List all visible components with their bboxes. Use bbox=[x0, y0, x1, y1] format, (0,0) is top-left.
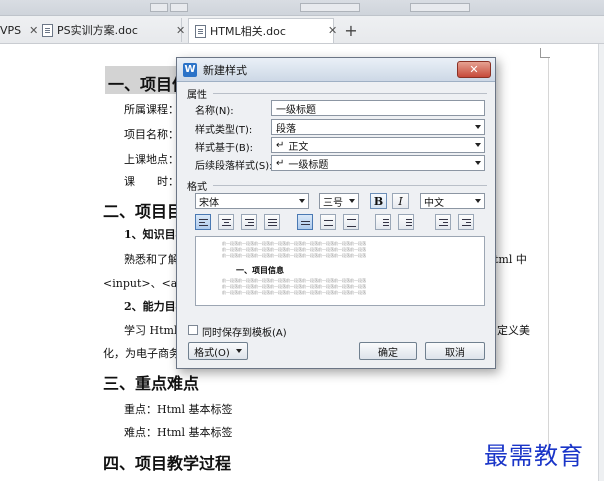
document-icon bbox=[195, 24, 206, 38]
chevron-down-icon bbox=[475, 161, 481, 165]
paragraph-text: 定义美 bbox=[497, 324, 530, 337]
save-to-template-label: 同时保存到模板(A) bbox=[202, 328, 287, 339]
tab-wps[interactable]: VPS ✕ bbox=[0, 18, 38, 42]
heading-2: 二、项目目 bbox=[103, 202, 184, 221]
project-name-label: 项目名称： bbox=[124, 128, 179, 141]
style-preview: 前一段落前一段落前一段落前一段落前一段落前一段落前一段落前一段落前一段落 前一段… bbox=[195, 236, 485, 306]
close-icon[interactable]: ✕ bbox=[176, 24, 185, 37]
based-on-select[interactable]: ↵ 正文 bbox=[271, 137, 485, 153]
paragraph-text: 化，为电子商务 bbox=[103, 347, 180, 360]
close-icon[interactable]: ✕ bbox=[328, 24, 337, 37]
page-edge bbox=[548, 58, 549, 458]
preview-filler: 前一段落前一段落前一段落前一段落前一段落前一段落前一段落前一段落前一段落 bbox=[222, 253, 366, 258]
name-value: 一级标题 bbox=[276, 104, 316, 116]
toolbar-control[interactable] bbox=[150, 3, 168, 12]
paragraph-text: 熟悉和了解 bbox=[124, 253, 179, 266]
line-spacing-1-5-button[interactable] bbox=[320, 214, 336, 230]
dialog-titlebar[interactable]: W 新建样式 ✕ bbox=[177, 58, 495, 82]
divider bbox=[213, 185, 487, 186]
chevron-down-icon bbox=[235, 349, 242, 353]
font-select[interactable]: 宋体 bbox=[195, 193, 309, 209]
ok-button[interactable]: 确定 bbox=[359, 342, 417, 360]
line-spacing-single-button[interactable] bbox=[297, 214, 313, 230]
increase-indent-button[interactable] bbox=[458, 214, 474, 230]
name-label: 名称(N): bbox=[195, 106, 234, 117]
cancel-button[interactable]: 取消 bbox=[425, 342, 485, 360]
tab-html-doc[interactable]: HTML相关.doc bbox=[188, 18, 334, 43]
wps-writer-icon: W bbox=[183, 62, 197, 77]
align-center-button[interactable] bbox=[218, 214, 234, 230]
tab-label: PS实训方案.doc bbox=[57, 24, 138, 37]
preview-heading: 一、项目信息 bbox=[236, 265, 284, 275]
style-type-label: 样式类型(T): bbox=[195, 125, 253, 136]
style-type-select[interactable]: 段落 bbox=[271, 119, 485, 135]
format-button-label: 格式(O) bbox=[194, 347, 230, 359]
divider bbox=[213, 93, 487, 94]
size-select[interactable]: 三号 bbox=[319, 193, 359, 209]
justify-button[interactable] bbox=[264, 214, 280, 230]
size-value: 三号 bbox=[323, 197, 343, 209]
tab-bar: VPS ✕ PS实训方案.doc ✕ HTML相关.doc ✕ + bbox=[0, 0, 604, 44]
preview-filler: 前一段落前一段落前一段落前一段落前一段落前一段落前一段落前一段落前一段落 bbox=[222, 278, 366, 283]
tab-label: HTML相关.doc bbox=[210, 25, 286, 38]
line-spacing-double-button[interactable] bbox=[343, 214, 359, 230]
chevron-down-icon bbox=[475, 143, 481, 147]
format-menu-button[interactable]: 格式(O) bbox=[188, 342, 248, 360]
italic-button[interactable]: I bbox=[392, 193, 409, 209]
language-value: 中文 bbox=[424, 197, 444, 209]
paragraph-mark-icon: ↵ bbox=[276, 139, 285, 151]
next-style-select[interactable]: ↵ 一级标题 bbox=[271, 155, 485, 171]
paragraph-text: tml 中 bbox=[494, 253, 527, 266]
heading-3: 三、重点难点 bbox=[103, 374, 200, 393]
hours-label: 课 时： bbox=[124, 175, 179, 188]
preview-filler: 前一段落前一段落前一段落前一段落前一段落前一段落前一段落前一段落前一段落 bbox=[222, 241, 366, 246]
dialog-title: 新建样式 bbox=[203, 63, 247, 77]
key-point-text: 重点：Html 基本标签 bbox=[124, 403, 233, 416]
hard-point-text: 难点：Html 基本标签 bbox=[124, 426, 233, 439]
align-right-button[interactable] bbox=[241, 214, 257, 230]
name-input[interactable]: 一级标题 bbox=[271, 100, 485, 116]
vertical-scrollbar[interactable] bbox=[598, 44, 604, 481]
bold-button[interactable]: B bbox=[370, 193, 387, 209]
decrease-indent-button[interactable] bbox=[435, 214, 451, 230]
space-after-button[interactable] bbox=[398, 214, 414, 230]
next-style-value: 一级标题 bbox=[288, 159, 329, 171]
paragraph-mark-icon: ↵ bbox=[276, 157, 285, 169]
toolbar-strip bbox=[0, 0, 604, 16]
chevron-down-icon bbox=[475, 199, 481, 203]
page-corner-mark bbox=[540, 48, 550, 58]
dialog-close-button[interactable]: ✕ bbox=[457, 61, 491, 78]
chevron-down-icon bbox=[299, 199, 305, 203]
preview-filler: 前一段落前一段落前一段落前一段落前一段落前一段落前一段落前一段落前一段落 bbox=[222, 290, 366, 295]
tab-ps-doc[interactable]: PS实训方案.doc bbox=[36, 18, 182, 42]
style-type-value: 段落 bbox=[276, 123, 296, 135]
location-label: 上课地点： bbox=[124, 153, 179, 166]
watermark-logo: 最需教育 bbox=[484, 442, 584, 470]
tab-label: VPS bbox=[0, 23, 22, 37]
toolbar-control[interactable] bbox=[170, 3, 188, 12]
space-before-button[interactable] bbox=[375, 214, 391, 230]
toolbar-control[interactable] bbox=[300, 3, 360, 12]
chevron-down-icon bbox=[475, 125, 481, 129]
save-to-template-checkbox[interactable] bbox=[188, 325, 198, 335]
new-style-dialog: W 新建样式 ✕ 属性 名称(N): 一级标题 样式类型(T): 段落 样式基于… bbox=[176, 57, 496, 369]
next-style-label: 后续段落样式(S): bbox=[195, 161, 273, 172]
chevron-down-icon bbox=[349, 199, 355, 203]
heading-4: 四、项目教学过程 bbox=[103, 454, 232, 473]
based-on-value: 正文 bbox=[288, 141, 309, 153]
language-select[interactable]: 中文 bbox=[420, 193, 485, 209]
preview-filler: 前一段落前一段落前一段落前一段落前一段落前一段落前一段落前一段落前一段落 bbox=[222, 247, 366, 252]
section-format: 格式 bbox=[187, 182, 207, 193]
add-tab-button[interactable]: + bbox=[343, 18, 359, 42]
align-left-button[interactable] bbox=[195, 214, 211, 230]
course-label: 所属课程： bbox=[124, 103, 179, 116]
font-value: 宋体 bbox=[199, 197, 219, 209]
preview-filler: 前一段落前一段落前一段落前一段落前一段落前一段落前一段落前一段落前一段落 bbox=[222, 284, 366, 289]
based-on-label: 样式基于(B): bbox=[195, 143, 254, 154]
toolbar-control[interactable] bbox=[410, 3, 470, 12]
section-properties: 属性 bbox=[187, 90, 207, 101]
tab-html-close[interactable]: ✕ bbox=[320, 18, 337, 42]
tab-ps-close[interactable]: ✕ bbox=[168, 18, 185, 42]
document-icon bbox=[42, 23, 53, 37]
